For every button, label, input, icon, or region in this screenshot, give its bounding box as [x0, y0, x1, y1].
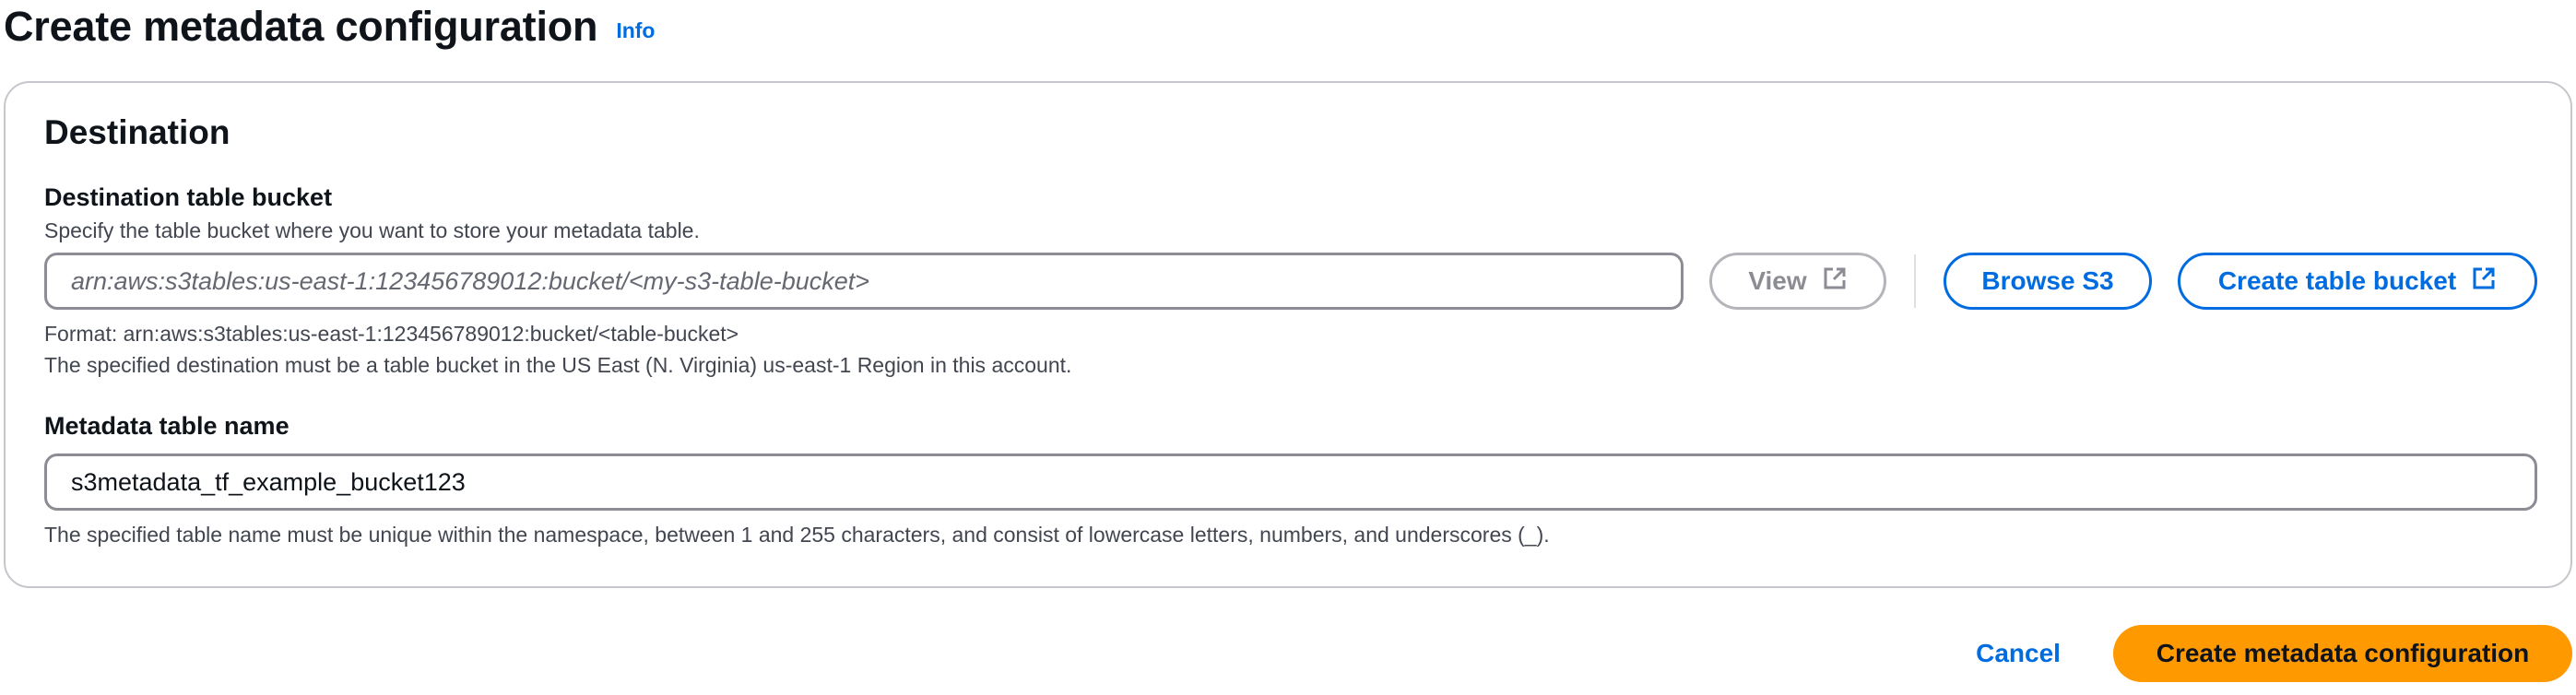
cancel-label: Cancel — [1976, 639, 2061, 667]
bucket-field-label: Destination table bucket — [44, 183, 333, 211]
button-divider — [1914, 254, 1916, 308]
destination-bucket-input[interactable] — [44, 253, 1684, 310]
create-metadata-configuration-button[interactable]: Create metadata configuration — [2113, 625, 2572, 682]
table-name-field-label: Metadata table name — [44, 412, 290, 440]
browse-s3-label: Browse S3 — [1981, 266, 2114, 295]
table-name-hint: The specified table name must be unique … — [44, 523, 1550, 547]
section-heading: Destination — [44, 113, 230, 151]
page-title: Create metadata configuration — [4, 2, 598, 50]
bucket-region-hint: The specified destination must be a tabl… — [44, 353, 1072, 377]
metadata-table-name-input[interactable] — [44, 454, 2537, 511]
create-table-bucket-label: Create table bucket — [2217, 266, 2457, 295]
destination-panel: Destination Destination table bucket Spe… — [4, 81, 2572, 588]
external-link-icon — [1822, 265, 1848, 298]
bucket-field-description: Specify the table bucket where you want … — [44, 218, 700, 242]
create-table-bucket-button[interactable]: Create table bucket — [2178, 253, 2537, 310]
info-link[interactable]: Info — [616, 18, 655, 43]
bucket-format-hint: Format: arn:aws:s3tables:us-east-1:12345… — [44, 322, 739, 346]
cancel-button[interactable]: Cancel — [1958, 625, 2078, 682]
external-link-icon — [2471, 265, 2497, 298]
view-button[interactable]: View — [1709, 253, 1886, 310]
submit-label: Create metadata configuration — [2156, 639, 2530, 667]
browse-s3-button[interactable]: Browse S3 — [1944, 253, 2152, 310]
view-button-label: View — [1748, 266, 1807, 295]
page-header: Create metadata configuration Info — [4, 0, 655, 52]
